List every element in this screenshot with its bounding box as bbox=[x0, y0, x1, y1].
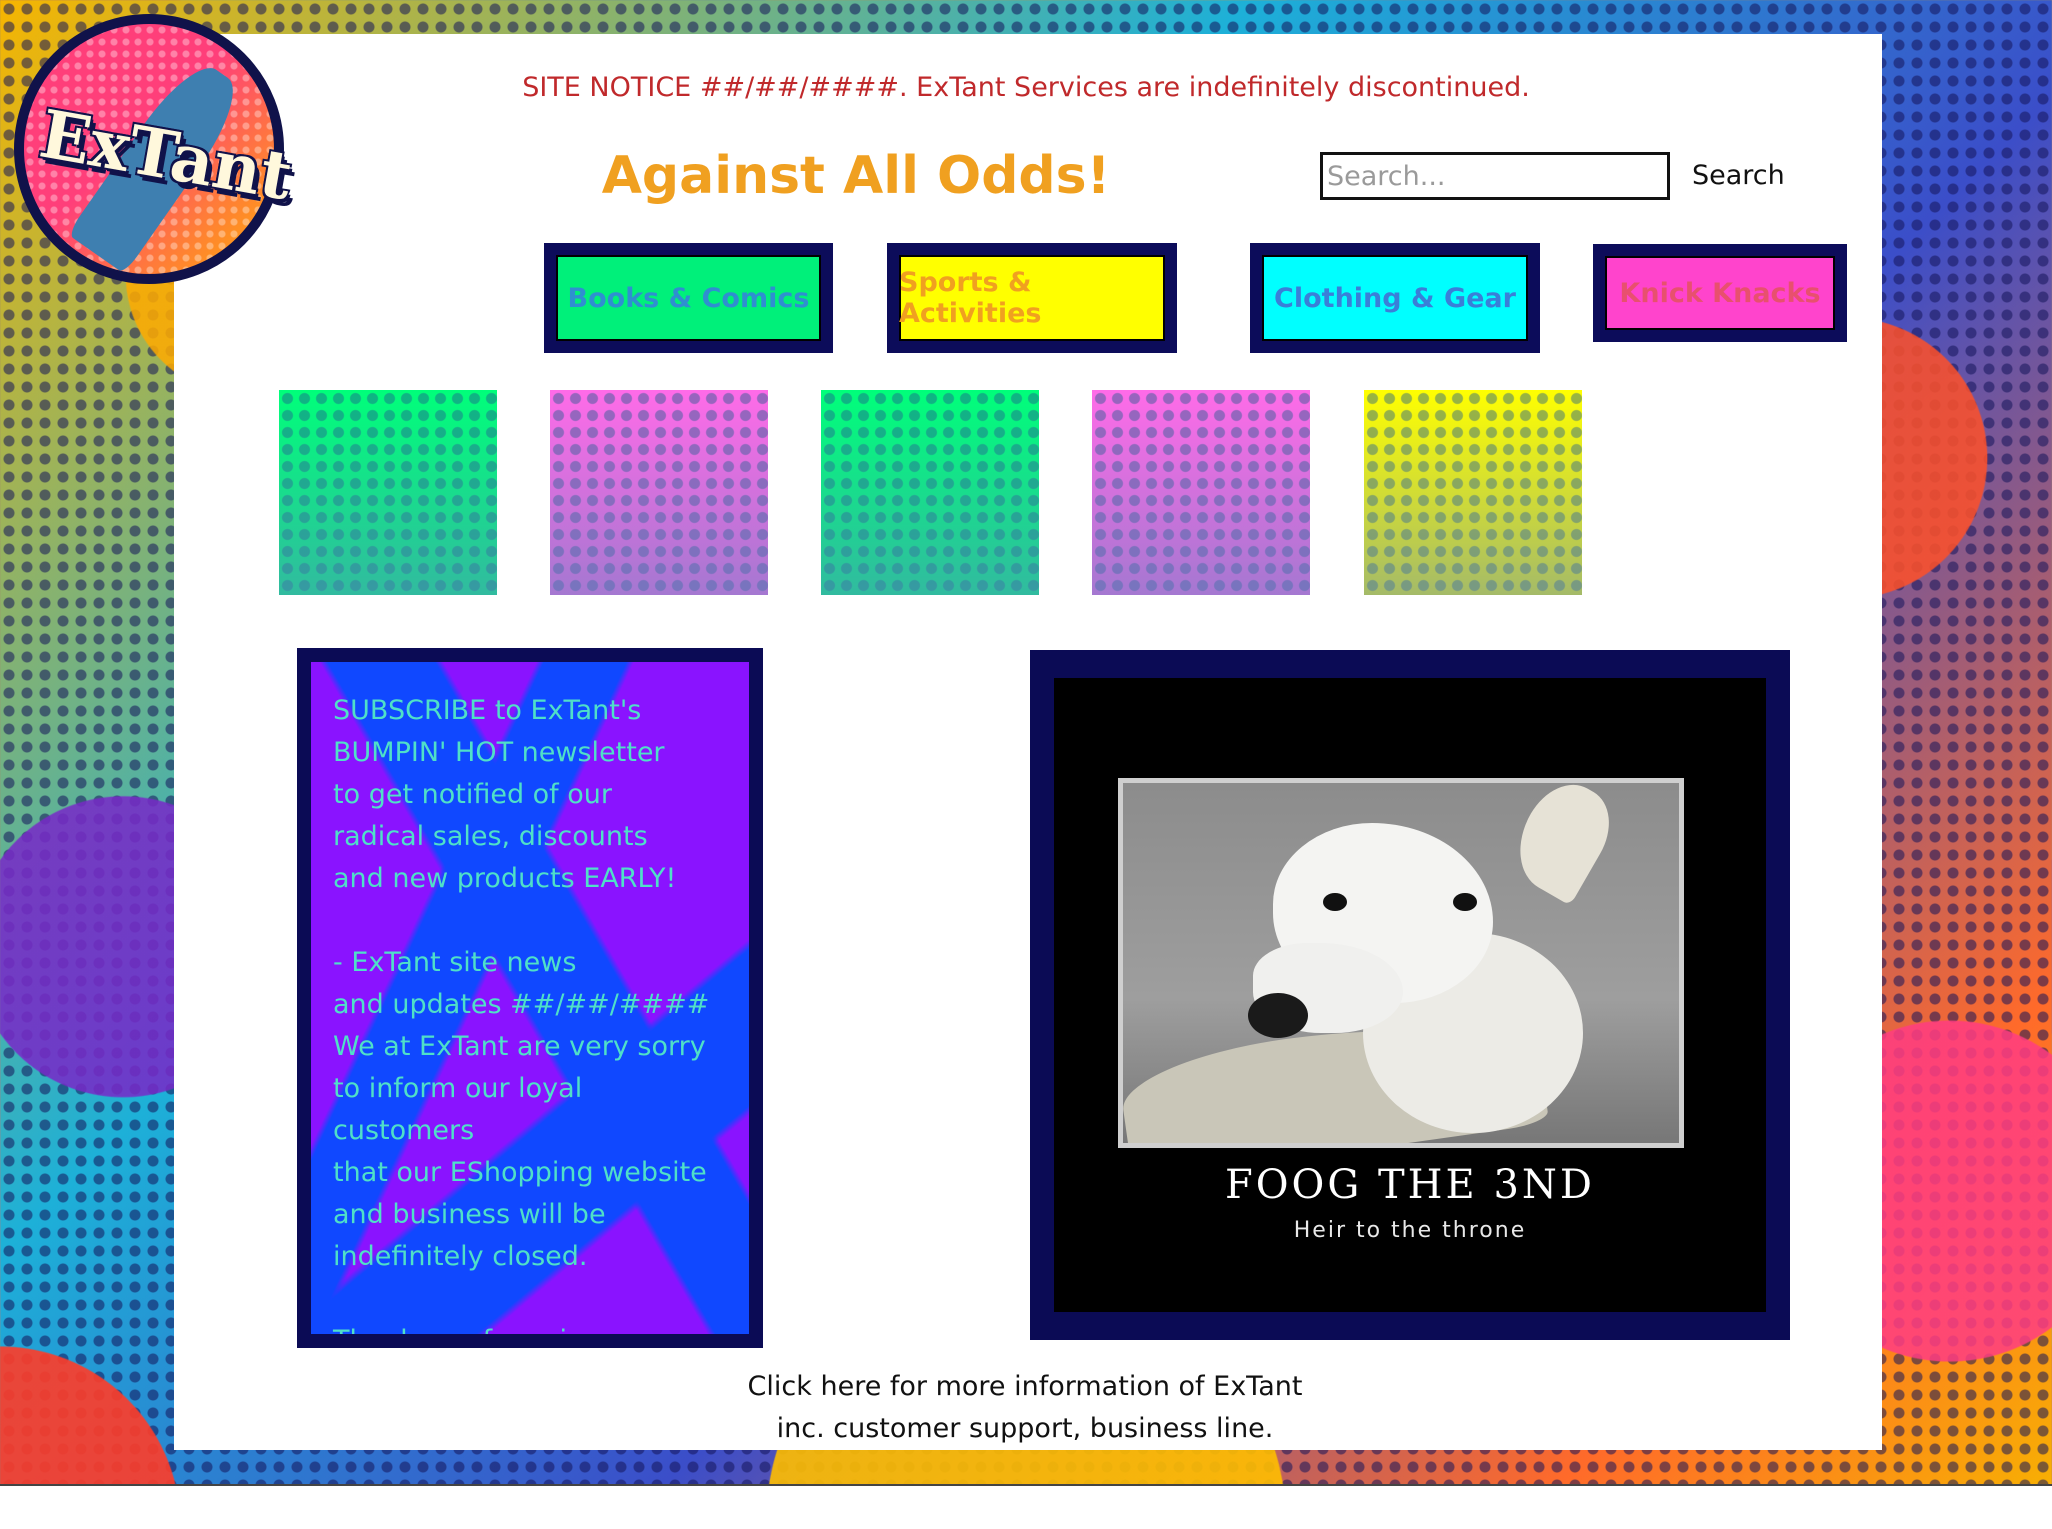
page-title: Against All Odds! bbox=[601, 146, 1111, 206]
nav-books-comics-button[interactable]: Books & Comics bbox=[544, 243, 833, 353]
poster-title: FOOG THE 3ND bbox=[1224, 1162, 1595, 1208]
dog-eye-shape bbox=[1323, 893, 1347, 911]
more-info-link[interactable]: Click here for more information of ExTan… bbox=[700, 1366, 1350, 1450]
product-tile[interactable] bbox=[279, 390, 497, 595]
dog-ear-shape bbox=[1500, 783, 1626, 906]
extant-logo[interactable]: ExTant bbox=[14, 14, 298, 284]
product-tile[interactable] bbox=[821, 390, 1039, 595]
poster-subtitle: Heir to the throne bbox=[1293, 1218, 1527, 1243]
search-input[interactable] bbox=[1320, 152, 1670, 200]
nav-knick-knacks-button[interactable]: Knick Knacks bbox=[1593, 244, 1847, 342]
product-tile[interactable] bbox=[1092, 390, 1310, 595]
newsletter-box[interactable]: SUBSCRIBE to ExTant's BUMPIN' HOT newsle… bbox=[297, 648, 763, 1348]
dog-nose-shape bbox=[1248, 993, 1308, 1038]
bottom-strip bbox=[0, 1484, 2052, 1529]
nav-clothing-gear-button[interactable]: Clothing & Gear bbox=[1250, 243, 1540, 353]
featured-poster[interactable]: FOOG THE 3ND Heir to the throne bbox=[1030, 650, 1790, 1340]
product-tile[interactable] bbox=[550, 390, 768, 595]
newsletter-text: SUBSCRIBE to ExTant's BUMPIN' HOT newsle… bbox=[333, 695, 720, 1348]
search-button[interactable]: Search bbox=[1684, 152, 1793, 200]
product-tile[interactable] bbox=[1364, 390, 1582, 595]
nav-sports-activities-button[interactable]: Sports & Activities bbox=[887, 243, 1177, 353]
dog-eye-shape bbox=[1453, 893, 1477, 911]
site-notice: SITE NOTICE ##/##/####. ExTant Services … bbox=[522, 72, 1530, 103]
poster-frame: FOOG THE 3ND Heir to the throne bbox=[1054, 678, 1766, 1312]
dog-photo bbox=[1118, 778, 1684, 1148]
